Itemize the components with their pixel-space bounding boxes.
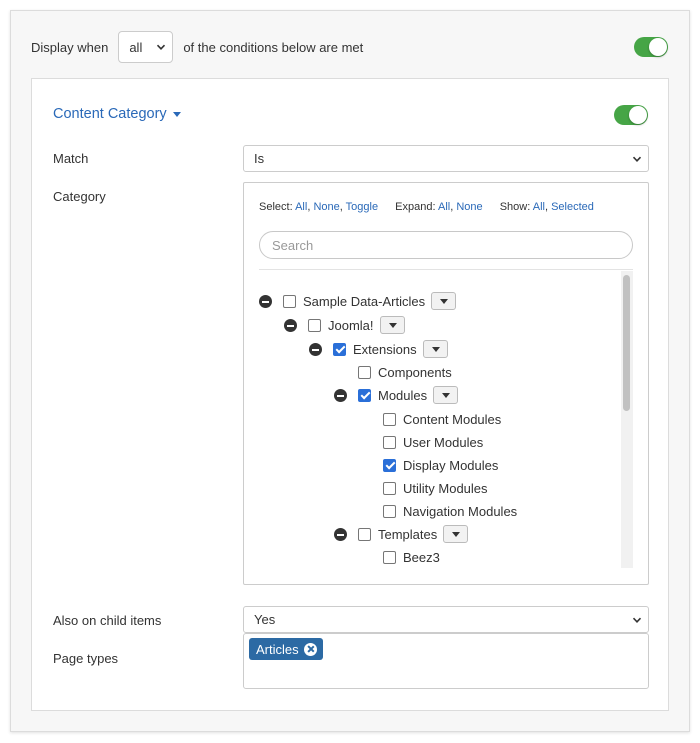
match-all-value: all bbox=[129, 39, 143, 55]
tree-node: Navigation Modules bbox=[359, 501, 517, 521]
match-select[interactable]: Is bbox=[243, 145, 649, 172]
tree-node: Extensions bbox=[309, 339, 448, 359]
node-checkbox[interactable] bbox=[358, 365, 371, 379]
conditions-panel: Display when all of the conditions below… bbox=[10, 10, 690, 732]
expand-none-link[interactable]: None bbox=[456, 201, 482, 213]
category-tree-box: Select: All, None, Toggle Expand: All, N… bbox=[243, 182, 649, 585]
node-dropdown-button[interactable] bbox=[433, 386, 459, 404]
tree-node: Templates bbox=[334, 524, 469, 544]
node-label: Sample Data-Articles bbox=[303, 293, 426, 309]
node-label: Templates bbox=[378, 526, 438, 542]
chevron-down-icon bbox=[632, 156, 642, 162]
select-toggle-link[interactable]: Toggle bbox=[346, 201, 378, 213]
divider bbox=[259, 269, 633, 270]
tree-scrollbar-thumb[interactable] bbox=[623, 275, 630, 411]
display-when-suffix: of the conditions below are met bbox=[183, 39, 364, 55]
node-checkbox[interactable] bbox=[383, 550, 396, 564]
node-dropdown-button[interactable] bbox=[443, 525, 469, 543]
tree-controls: Select: All, None, Toggle Expand: All, N… bbox=[259, 201, 608, 213]
collapse-minus-icon[interactable] bbox=[284, 319, 297, 332]
category-tree: Sample Data-Articles Joomla! Extensions bbox=[259, 271, 621, 568]
show-controls: Show: All, Selected bbox=[499, 201, 594, 213]
collapse-minus-icon[interactable] bbox=[334, 528, 347, 541]
child-items-label: Also on child items bbox=[53, 613, 162, 628]
expand-all-link[interactable]: All bbox=[438, 201, 450, 213]
child-items-select[interactable]: Yes bbox=[243, 606, 649, 633]
match-label: Match bbox=[53, 151, 89, 166]
remove-tag-icon[interactable] bbox=[303, 642, 317, 656]
select-none-link[interactable]: None bbox=[313, 201, 339, 213]
node-dropdown-button[interactable] bbox=[379, 316, 405, 334]
content-category-card: Content Category Match Is Category Selec… bbox=[31, 78, 669, 711]
node-label: Display Modules bbox=[403, 457, 499, 473]
node-checkbox[interactable] bbox=[383, 458, 396, 472]
category-search-input[interactable] bbox=[259, 231, 633, 259]
tree-node: Sample Data-Articles bbox=[259, 291, 457, 311]
node-label: Beez3 bbox=[403, 549, 440, 565]
node-checkbox[interactable] bbox=[358, 388, 371, 402]
category-label: Category bbox=[53, 189, 106, 204]
node-label: Navigation Modules bbox=[403, 503, 518, 519]
tree-node: Components bbox=[334, 362, 452, 382]
caret-down-icon bbox=[172, 111, 181, 117]
expand-label: Expand: bbox=[395, 201, 436, 213]
node-label: User Modules bbox=[403, 434, 484, 450]
chevron-down-icon bbox=[157, 44, 166, 50]
display-when-label: Display when bbox=[31, 39, 109, 55]
conditions-enabled-toggle[interactable] bbox=[634, 37, 668, 57]
match-value: Is bbox=[254, 151, 265, 166]
tree-node: Beez3 bbox=[359, 547, 440, 567]
node-label: Content Modules bbox=[403, 411, 502, 427]
match-all-select[interactable]: all bbox=[118, 31, 174, 63]
content-category-title: Content Category bbox=[53, 106, 167, 122]
page-types-label: Page types bbox=[53, 651, 119, 666]
expand-controls: Expand: All, None bbox=[395, 201, 483, 213]
node-dropdown-button[interactable] bbox=[422, 340, 448, 358]
page-types-input[interactable]: Articles bbox=[243, 633, 649, 689]
node-checkbox[interactable] bbox=[383, 435, 396, 449]
tree-node: Modules bbox=[334, 385, 459, 405]
child-items-value: Yes bbox=[254, 612, 276, 627]
tree-node: Content Modules bbox=[359, 409, 501, 429]
node-checkbox[interactable] bbox=[383, 504, 396, 518]
tree-scrollbar[interactable] bbox=[621, 271, 633, 568]
show-all-link[interactable]: All bbox=[533, 201, 545, 213]
display-condition-row: Display when all of the conditions below… bbox=[31, 31, 363, 63]
node-label: Utility Modules bbox=[403, 480, 488, 496]
node-checkbox[interactable] bbox=[358, 527, 371, 541]
node-label: Extensions bbox=[353, 341, 417, 357]
content-category-header[interactable]: Content Category bbox=[53, 106, 181, 122]
node-checkbox[interactable] bbox=[283, 294, 296, 308]
node-checkbox[interactable] bbox=[333, 342, 346, 356]
tree-node: Display Modules bbox=[359, 455, 498, 475]
node-label: Joomla! bbox=[328, 317, 374, 333]
tree-node: User Modules bbox=[359, 432, 483, 452]
collapse-minus-icon[interactable] bbox=[259, 295, 272, 308]
show-selected-link[interactable]: Selected bbox=[551, 201, 594, 213]
select-all-link[interactable]: All bbox=[295, 201, 307, 213]
node-label: Modules bbox=[378, 387, 428, 403]
show-label: Show: bbox=[499, 201, 531, 213]
node-checkbox[interactable] bbox=[383, 412, 396, 426]
node-checkbox[interactable] bbox=[308, 318, 321, 332]
collapse-minus-icon[interactable] bbox=[309, 343, 322, 356]
tree-node: Joomla! bbox=[284, 315, 405, 335]
node-label: Components bbox=[378, 364, 452, 380]
select-controls: Select: All, None, Toggle bbox=[259, 201, 379, 213]
chevron-down-icon bbox=[632, 617, 642, 623]
page-type-tag: Articles bbox=[249, 638, 323, 660]
node-checkbox[interactable] bbox=[383, 481, 396, 495]
content-category-toggle[interactable] bbox=[614, 105, 648, 125]
collapse-minus-icon[interactable] bbox=[334, 389, 347, 402]
tree-node: Utility Modules bbox=[359, 478, 488, 498]
select-label: Select: bbox=[259, 201, 293, 213]
node-dropdown-button[interactable] bbox=[431, 292, 457, 310]
tag-label: Articles bbox=[256, 641, 299, 657]
